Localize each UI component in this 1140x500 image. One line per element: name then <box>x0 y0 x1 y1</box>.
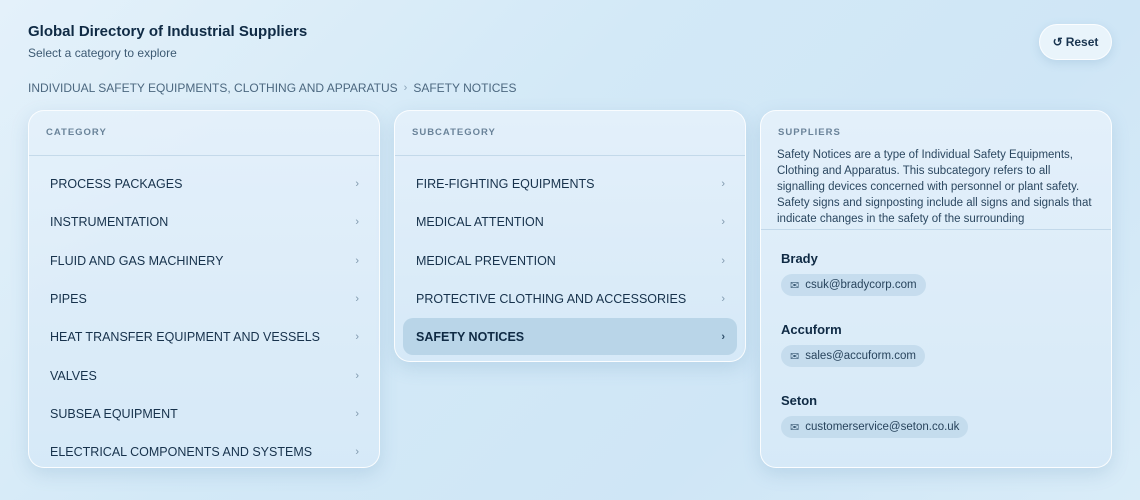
subcategory-item-fire-fighting[interactable]: FIRE-FIGHTING EQUIPMENTS › <box>395 165 745 203</box>
subcategory-description: Safety Notices are a type of Individual … <box>761 147 1111 230</box>
subcategory-item-safety-notices[interactable]: SAFETY NOTICES › <box>403 318 737 356</box>
mail-icon: ✉ <box>790 350 800 363</box>
reset-button[interactable]: ↺ Reset <box>1039 24 1112 60</box>
chevron-right-icon: › <box>721 178 725 191</box>
category-item-label: PROCESS PACKAGES <box>50 177 183 192</box>
chevron-right-icon: › <box>355 216 359 229</box>
supplier-card: Seton ✉ customerservice@seton.co.uk <box>761 393 1111 464</box>
supplier-name: Accuform <box>781 322 842 337</box>
category-item-label: INSTRUMENTATION <box>50 215 169 230</box>
supplier-name: Brady <box>781 251 818 266</box>
suppliers-panel: SUPPLIERS Safety Notices are a type of I… <box>760 110 1112 468</box>
category-item-label: ELECTRICAL COMPONENTS AND SYSTEMS <box>50 445 313 460</box>
page-header: Global Directory of Industrial Suppliers… <box>28 23 307 60</box>
supplier-list: Brady ✉ csuk@bradycorp.com Accuform ✉ sale… <box>761 230 1111 464</box>
breadcrumb-item-subcategory[interactable]: SAFETY NOTICES <box>413 81 516 95</box>
category-item-label: SUBSEA EQUIPMENT <box>50 406 178 421</box>
category-item-electrical-components[interactable]: ELECTRICAL COMPONENTS AND SYSTEMS › <box>29 433 379 467</box>
subcategory-item-label: MEDICAL ATTENTION <box>416 215 544 230</box>
chevron-right-icon: › <box>355 178 359 191</box>
suppliers-heading: SUPPLIERS <box>778 127 841 138</box>
subcategory-item-label: FIRE-FIGHTING EQUIPMENTS <box>416 177 595 192</box>
breadcrumb: INDIVIDUAL SAFETY EQUIPMENTS, CLOTHING A… <box>28 81 516 95</box>
subcategory-panel: SUBCATEGORY FIRE-FIGHTING EQUIPMENTS › ME… <box>394 110 746 362</box>
subcategory-item-protective-clothing[interactable]: PROTECTIVE CLOTHING AND ACCESSORIES › <box>395 280 745 318</box>
chevron-right-icon: › <box>721 330 725 343</box>
subcategory-item-label: SAFETY NOTICES <box>416 329 525 344</box>
supplier-email: customerservice@seton.co.uk <box>805 421 960 433</box>
page-subtitle: Select a category to explore <box>28 46 177 60</box>
breadcrumb-separator-icon: › <box>403 82 408 94</box>
supplier-email-link[interactable]: ✉ sales@accuform.com <box>781 345 925 367</box>
category-item-subsea-equipment[interactable]: SUBSEA EQUIPMENT › <box>29 395 379 433</box>
category-item-pipes[interactable]: PIPES › <box>29 280 379 318</box>
supplier-card: Accuform ✉ sales@accuform.com <box>761 322 1111 393</box>
chevron-right-icon: › <box>355 293 359 306</box>
supplier-email-link[interactable]: ✉ customerservice@seton.co.uk <box>781 416 969 438</box>
category-item-process-packages[interactable]: PROCESS PACKAGES › <box>29 165 379 203</box>
supplier-email: csuk@bradycorp.com <box>805 279 917 291</box>
chevron-right-icon: › <box>355 254 359 267</box>
category-list: PROCESS PACKAGES › INSTRUMENTATION › FLUID… <box>29 156 379 467</box>
supplier-name: Seton <box>781 393 818 408</box>
supplier-email-link[interactable]: ✉ csuk@bradycorp.com <box>781 274 926 296</box>
chevron-right-icon: › <box>721 216 725 229</box>
category-item-label: FLUID AND GAS MACHINERY <box>50 253 224 268</box>
subcategory-list: FIRE-FIGHTING EQUIPMENTS › MEDICAL ATTENT… <box>395 156 745 356</box>
chevron-right-icon: › <box>355 407 359 420</box>
category-item-label: HEAT TRANSFER EQUIPMENT AND VESSELS <box>50 330 320 345</box>
chevron-right-icon: › <box>355 446 359 459</box>
reset-icon: ↺ <box>1052 35 1063 49</box>
supplier-card: Brady ✉ csuk@bradycorp.com <box>761 251 1111 322</box>
category-heading: CATEGORY <box>29 111 379 156</box>
mail-icon: ✉ <box>790 279 800 292</box>
supplier-email: sales@accuform.com <box>805 350 916 362</box>
page-title: Global Directory of Industrial Suppliers <box>28 23 308 40</box>
mail-icon: ✉ <box>790 421 800 434</box>
breadcrumb-item-category[interactable]: INDIVIDUAL SAFETY EQUIPMENTS, CLOTHING A… <box>28 81 398 95</box>
subcategory-item-medical-attention[interactable]: MEDICAL ATTENTION › <box>395 203 745 241</box>
category-item-valves[interactable]: VALVES › <box>29 356 379 394</box>
category-panel: CATEGORY PROCESS PACKAGES › INSTRUMENTATI… <box>28 110 380 468</box>
subcategory-heading: SUBCATEGORY <box>395 111 745 156</box>
subcategory-item-label: MEDICAL PREVENTION <box>416 253 556 268</box>
category-item-instrumentation[interactable]: INSTRUMENTATION › <box>29 203 379 241</box>
category-item-label: PIPES <box>50 292 87 307</box>
chevron-right-icon: › <box>721 293 725 306</box>
reset-label: Reset <box>1065 35 1099 49</box>
subcategory-item-label: PROTECTIVE CLOTHING AND ACCESSORIES <box>416 292 687 307</box>
category-item-label: VALVES <box>50 368 97 383</box>
chevron-right-icon: › <box>355 369 359 382</box>
chevron-right-icon: › <box>721 254 725 267</box>
category-item-fluid-gas-machinery[interactable]: FLUID AND GAS MACHINERY › <box>29 242 379 280</box>
chevron-right-icon: › <box>355 331 359 344</box>
subcategory-item-medical-prevention[interactable]: MEDICAL PREVENTION › <box>395 242 745 280</box>
category-item-heat-transfer[interactable]: HEAT TRANSFER EQUIPMENT AND VESSELS › <box>29 318 379 356</box>
